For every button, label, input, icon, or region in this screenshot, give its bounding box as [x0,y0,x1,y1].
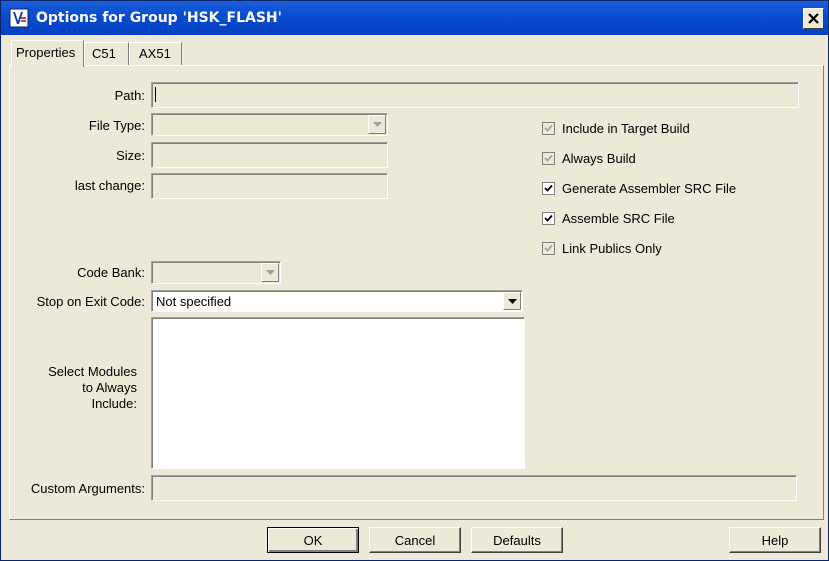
text-caret [155,87,156,102]
stop-on-exit-value: Not specified [156,294,232,309]
link-publics-only-label: Link Publics Only [562,241,662,256]
link-publics-only-checkbox[interactable] [542,242,555,255]
custom-args-field[interactable] [151,475,797,501]
tab-c51-label: C51 [92,46,116,61]
assemble-src-label: Assemble SRC File [562,211,675,226]
code-bank-label: Code Bank: [77,265,145,280]
modules-listbox[interactable] [151,317,525,469]
include-in-target-build-label: Include in Target Build [562,121,690,136]
stop-on-exit-label: Stop on Exit Code: [36,294,145,309]
cancel-button[interactable]: Cancel [369,527,461,553]
select-modules-label: Select Modules to Always Include: [48,364,137,411]
title-bar[interactable]: Options for Group 'HSK_FLASH' [1,1,828,35]
file-type-label: File Type: [88,118,145,133]
chevron-down-icon[interactable] [503,292,521,310]
size-field[interactable] [151,142,388,168]
window-title: Options for Group 'HSK_FLASH' [36,10,282,26]
code-bank-dropdown[interactable] [151,261,281,284]
ok-button[interactable]: OK [267,527,359,553]
tab-properties[interactable]: Properties [11,40,84,67]
tab-properties-label: Properties [16,45,76,60]
chevron-down-icon[interactable] [261,263,279,282]
tab-ax51-label: AX51 [139,46,171,61]
help-button[interactable]: Help [729,527,821,553]
options-dialog: Options for Group 'HSK_FLASH' Properties… [0,0,829,561]
stop-on-exit-dropdown[interactable]: Not specified [151,290,523,312]
uvision-icon [9,8,29,28]
defaults-button[interactable]: Defaults [471,527,563,553]
chevron-down-icon[interactable] [368,115,386,134]
path-field[interactable] [151,82,799,108]
generate-assembler-src-checkbox[interactable] [542,182,555,195]
tab-c51[interactable]: C51 [84,42,129,66]
size-label: Size: [116,148,145,163]
path-label: Path: [114,88,145,103]
close-button[interactable] [803,8,824,29]
custom-args-label: Custom Arguments: [30,481,145,496]
assemble-src-checkbox[interactable] [542,212,555,225]
tab-ax51[interactable]: AX51 [129,42,182,66]
always-build-label: Always Build [562,151,636,166]
file-type-dropdown[interactable] [151,113,388,136]
include-in-target-build-checkbox[interactable] [542,122,555,135]
generate-assembler-src-label: Generate Assembler SRC File [562,181,737,196]
last-change-field[interactable] [151,173,388,199]
always-build-checkbox[interactable] [542,152,555,165]
last-change-label: last change: [74,178,145,193]
